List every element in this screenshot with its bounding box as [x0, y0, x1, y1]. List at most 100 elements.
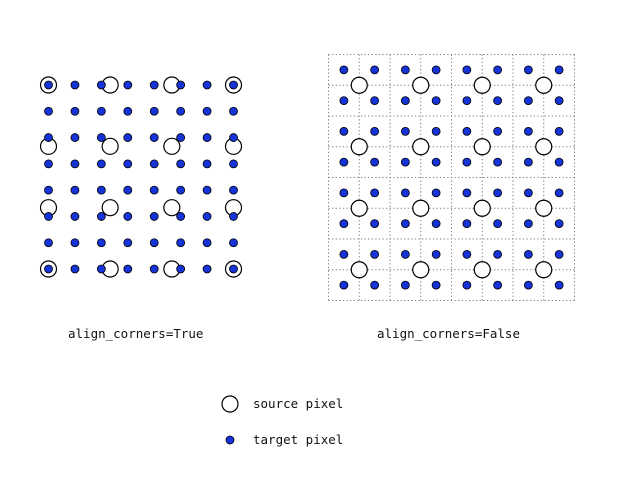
target-pixel — [176, 159, 186, 169]
target-pixel — [176, 212, 186, 221]
target-pixel — [202, 106, 212, 116]
panel-align-corners-true — [39, 76, 243, 278]
target-pixel — [462, 188, 472, 198]
source-pixel — [412, 138, 430, 156]
target-pixel — [176, 80, 186, 90]
target-pixel — [149, 264, 159, 274]
target-pixel — [202, 212, 212, 221]
panel-align-corners-false — [328, 54, 575, 301]
target-pixel — [123, 159, 133, 169]
target-pixel — [229, 159, 238, 169]
source-pixel — [412, 261, 430, 279]
target-pixel — [462, 249, 472, 259]
target-pixel — [176, 133, 186, 142]
target-pixel — [96, 106, 106, 116]
target-pixel — [70, 159, 80, 169]
target-pixel — [44, 80, 53, 90]
target-pixel — [523, 126, 533, 136]
target-pixel — [149, 133, 159, 142]
target-pixel — [554, 249, 564, 259]
target-pixel — [400, 126, 410, 136]
target-pixel — [44, 212, 53, 221]
target-pixel — [493, 65, 503, 75]
source-pixel — [535, 199, 553, 217]
target-pixel — [554, 65, 564, 75]
target-pixel — [176, 185, 186, 195]
target-pixel — [493, 219, 503, 229]
target-pixel — [96, 264, 106, 274]
target-pixel — [431, 96, 441, 106]
target-pixel — [70, 212, 80, 221]
target-pixel — [493, 280, 503, 290]
target-pixel — [400, 65, 410, 75]
target-pixel — [370, 126, 380, 136]
target-pixel — [554, 219, 564, 229]
target-pixel — [400, 219, 410, 229]
target-pixel — [339, 157, 349, 167]
target-pixel — [202, 159, 212, 169]
target-pixel — [431, 280, 441, 290]
source-pixel — [163, 199, 181, 217]
legend-source-marker — [221, 395, 239, 413]
target-pixel — [431, 65, 441, 75]
target-pixel — [462, 65, 472, 75]
target-pixel — [96, 80, 106, 90]
target-pixel — [123, 264, 133, 274]
target-pixel — [493, 188, 503, 198]
target-pixel — [70, 185, 80, 195]
target-pixel — [96, 238, 106, 248]
target-pixel — [96, 133, 106, 142]
target-pixel — [229, 133, 238, 142]
target-pixel — [123, 238, 133, 248]
target-pixel — [339, 219, 349, 229]
target-pixel — [44, 264, 53, 274]
target-pixel — [554, 280, 564, 290]
target-pixel — [202, 238, 212, 248]
target-pixel — [554, 157, 564, 167]
target-pixel — [202, 133, 212, 142]
target-pixel — [523, 219, 533, 229]
source-pixel — [473, 76, 491, 94]
target-pixel — [493, 249, 503, 259]
target-pixel — [70, 106, 80, 116]
target-pixel — [523, 96, 533, 106]
target-pixel — [339, 96, 349, 106]
target-pixel — [554, 188, 564, 198]
target-pixel — [493, 157, 503, 167]
target-pixel — [229, 212, 238, 221]
source-pixel — [535, 138, 553, 156]
target-pixel — [370, 219, 380, 229]
target-pixel — [70, 80, 80, 90]
legend-source-label: source pixel — [253, 396, 344, 411]
target-pixel — [370, 65, 380, 75]
target-pixel — [523, 188, 533, 198]
source-pixel — [350, 76, 368, 94]
target-pixel — [431, 219, 441, 229]
target-pixel — [339, 126, 349, 136]
target-pixel — [229, 264, 238, 274]
target-pixel — [493, 126, 503, 136]
target-pixel — [370, 249, 380, 259]
target-pixel — [462, 157, 472, 167]
target-pixel — [431, 188, 441, 198]
source-pixel — [101, 199, 119, 217]
source-pixel — [412, 76, 430, 94]
target-pixel — [370, 280, 380, 290]
target-pixel — [339, 65, 349, 75]
target-pixel — [123, 212, 133, 221]
target-pixel — [370, 188, 380, 198]
target-pixel — [44, 133, 53, 142]
target-pixel — [44, 238, 53, 248]
target-pixel — [554, 96, 564, 106]
target-pixel — [400, 188, 410, 198]
target-pixel — [202, 185, 212, 195]
target-pixel — [462, 126, 472, 136]
legend-target-label: target pixel — [253, 432, 344, 447]
target-pixel — [400, 280, 410, 290]
target-pixel — [176, 106, 186, 116]
target-pixel — [400, 249, 410, 259]
target-pixel — [96, 212, 106, 221]
target-pixel — [462, 219, 472, 229]
target-pixel — [176, 238, 186, 248]
source-pixel — [163, 137, 181, 155]
